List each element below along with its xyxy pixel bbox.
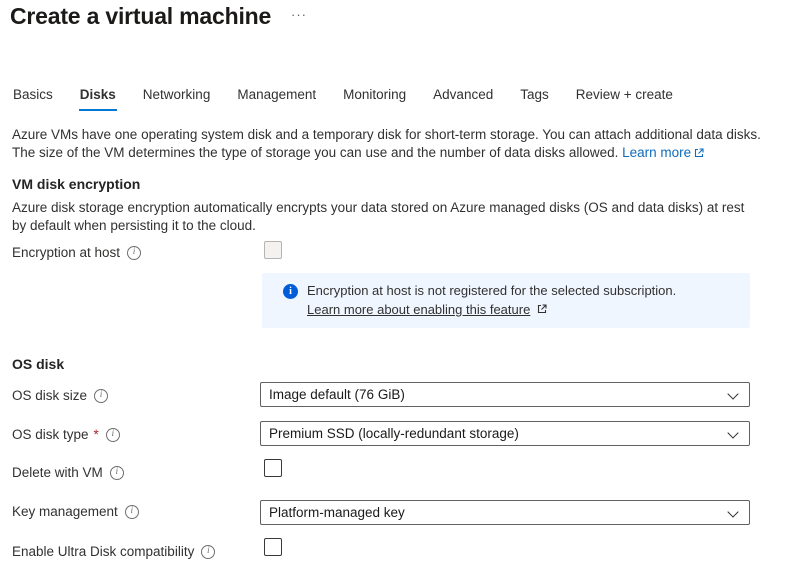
vm-disk-encryption-heading: VM disk encryption (12, 176, 140, 192)
banner-message: Encryption at host is not registered for… (307, 283, 737, 298)
ultra-disk-compatibility-checkbox[interactable] (264, 538, 282, 556)
tab-management[interactable]: Management (236, 87, 317, 111)
tab-advanced[interactable]: Advanced (432, 87, 494, 111)
encryption-at-host-checkbox (264, 241, 282, 259)
delete-with-vm-label: Delete with VM i (12, 465, 124, 480)
tab-basics[interactable]: Basics (12, 87, 54, 111)
chevron-down-icon (727, 506, 738, 517)
create-vm-page: Create a virtual machine ··· Basics Disk… (0, 0, 789, 578)
vm-disk-encryption-description: Azure disk storage encryption automatica… (12, 199, 757, 234)
key-management-dropdown[interactable]: Platform-managed key (260, 500, 750, 525)
info-icon[interactable]: i (125, 505, 139, 519)
os-disk-type-label: OS disk type * i (12, 427, 120, 442)
tab-tags[interactable]: Tags (519, 87, 550, 111)
external-link-icon (694, 145, 704, 163)
key-management-label: Key management i (12, 504, 139, 519)
banner-info-icon: i (283, 284, 298, 299)
chevron-down-icon (727, 388, 738, 399)
info-icon[interactable]: i (110, 466, 124, 480)
page-title: Create a virtual machine (10, 3, 271, 30)
os-disk-size-label: OS disk size i (12, 388, 108, 403)
banner-learn-more-link[interactable]: Learn more about enabling this feature (307, 302, 547, 317)
delete-with-vm-checkbox[interactable] (264, 459, 282, 477)
chevron-down-icon (727, 427, 738, 438)
disks-intro-text: Azure VMs have one operating system disk… (12, 126, 780, 162)
info-icon[interactable]: i (106, 428, 120, 442)
tab-networking[interactable]: Networking (142, 87, 212, 111)
os-disk-heading: OS disk (12, 356, 64, 372)
external-link-icon (537, 302, 547, 317)
ultra-disk-compatibility-label: Enable Ultra Disk compatibility i (12, 544, 215, 559)
info-icon[interactable]: i (201, 545, 215, 559)
required-marker: * (94, 427, 99, 442)
info-banner: i Encryption at host is not registered f… (262, 273, 750, 328)
more-options-icon[interactable]: ··· (291, 7, 307, 22)
encryption-at-host-label: Encryption at host i (12, 245, 141, 260)
learn-more-link[interactable]: Learn more (622, 145, 704, 160)
tab-monitoring[interactable]: Monitoring (342, 87, 407, 111)
info-icon[interactable]: i (127, 246, 141, 260)
os-disk-type-dropdown[interactable]: Premium SSD (locally-redundant storage) (260, 421, 750, 446)
tab-bar: Basics Disks Networking Management Monit… (12, 87, 674, 111)
os-disk-size-dropdown[interactable]: Image default (76 GiB) (260, 382, 750, 407)
tab-disks[interactable]: Disks (79, 87, 117, 111)
info-icon[interactable]: i (94, 389, 108, 403)
tab-review-create[interactable]: Review + create (575, 87, 674, 111)
